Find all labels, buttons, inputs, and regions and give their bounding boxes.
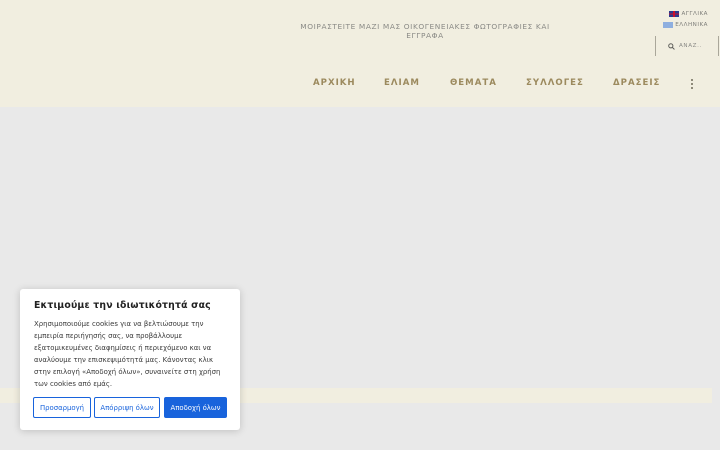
kebab-menu-icon[interactable] [690,79,694,91]
cookie-banner-text: Χρησιμοποιούμε cookies για να βελτιώσουμ… [34,320,221,388]
search-placeholder: ΑΝΑΖ.. [679,43,702,49]
uk-flag-icon [669,11,680,17]
nav-item-topics[interactable]: ΘΕΜΑΤΑ [450,78,497,88]
nav-item-collections[interactable]: ΣΥΛΛΟΓΕΣ [526,78,584,88]
site-header: ΜΟΙΡΑΣΤΕΙΤΕ ΜΑΖΙ ΜΑΣ ΟΙΚΟΓΕΝΕΙΑΚΕΣ ΦΩΤΟΓ… [0,0,720,107]
nav-item-eliam[interactable]: ΕΛΙΑΜ [384,78,420,88]
language-english-link[interactable]: ΑΓΓΛΙΚΑ [669,11,708,17]
cookie-banner-title: Εκτιμούμε την ιδιωτικότητά σας [34,300,211,311]
search-icon [668,42,675,50]
customize-button[interactable]: Προσαρμογή [33,397,91,418]
accept-all-button[interactable]: Αποδοχή όλων [164,397,227,418]
search-input[interactable]: ΑΝΑΖ.. [655,36,719,56]
language-english-label: ΑΓΓΛΙΚΑ [681,11,708,17]
language-greek-label: ΕΛΛΗΝΙΚΑ [675,22,708,28]
cookie-consent-banner: Εκτιμούμε την ιδιωτικότητά σας Χρησιμοπο… [20,289,240,430]
language-greek-link[interactable]: ΕΛΛΗΝΙΚΑ [663,22,708,28]
site-tagline: ΜΟΙΡΑΣΤΕΙΤΕ ΜΑΖΙ ΜΑΣ ΟΙΚΟΓΕΝΕΙΑΚΕΣ ΦΩΤΟΓ… [300,22,550,40]
nav-item-activities[interactable]: ΔΡΑΣΕΙΣ [613,78,660,88]
greek-flag-icon [663,22,674,28]
nav-item-home[interactable]: ΑΡΧΙΚΗ [313,78,356,88]
reject-all-button[interactable]: Απόρριψη όλων [94,397,160,418]
